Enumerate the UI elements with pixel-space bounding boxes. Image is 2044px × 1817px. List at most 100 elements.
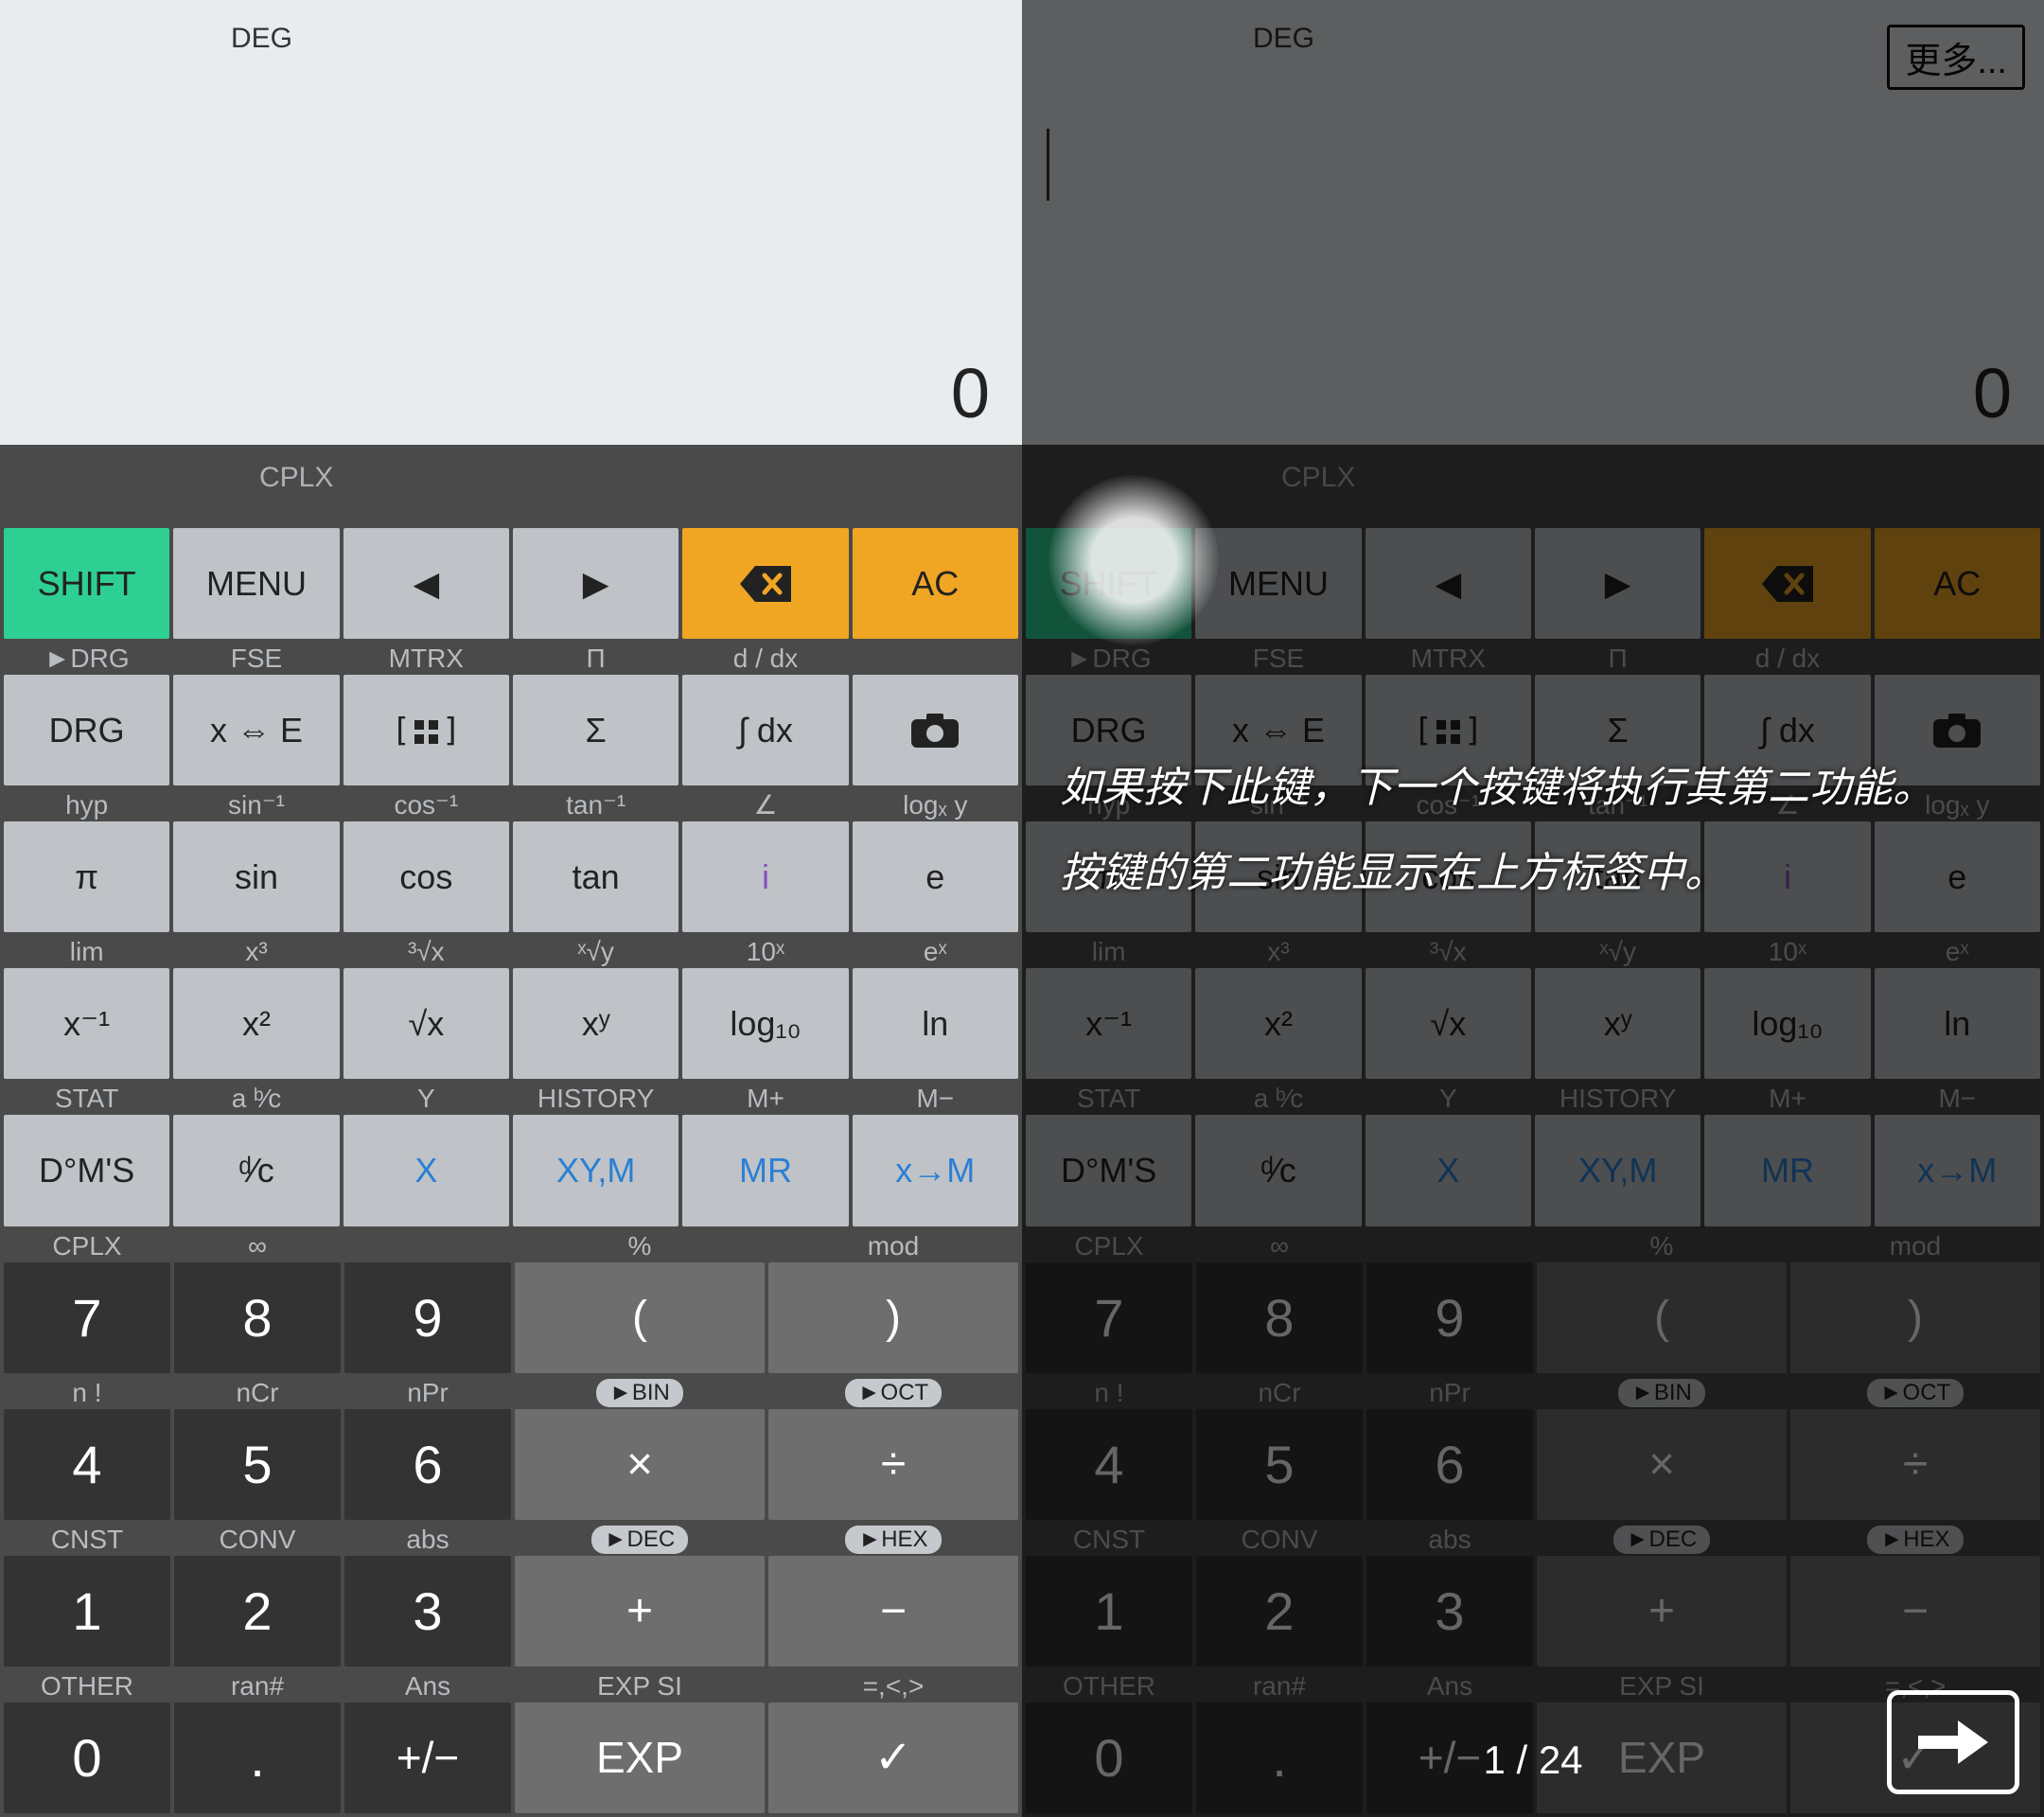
backspace-button[interactable] [682, 528, 848, 639]
xy-button[interactable]: xʸ [513, 968, 678, 1079]
xy-button-alt: ˣ√y [513, 936, 678, 968]
digit-6[interactable]: 6 [1366, 1409, 1533, 1520]
menu-button[interactable]: MENU [1195, 528, 1361, 639]
digit-5[interactable]: 5 [1196, 1409, 1363, 1520]
digit-9[interactable]: 9 [344, 1262, 511, 1373]
xe-button[interactable]: x ⇔ E [173, 675, 339, 785]
digit-3-alt: abs [1366, 1524, 1533, 1556]
sqrt-button[interactable]: √x [1366, 968, 1531, 1079]
xym-button[interactable]: XY,M [1535, 1115, 1700, 1226]
multiply-button-alt: ►BIN [515, 1377, 765, 1409]
digit-7[interactable]: 7 [1026, 1262, 1192, 1373]
next-button[interactable] [1887, 1690, 2019, 1794]
lparen-button[interactable]: ( [1537, 1262, 1787, 1373]
integral-button[interactable]: ∫ dx [682, 675, 848, 785]
digit-2[interactable]: 2 [1196, 1556, 1363, 1667]
mr-button[interactable]: MR [1704, 1115, 1870, 1226]
x2-button[interactable]: x² [1195, 968, 1361, 1079]
x-button[interactable]: X [344, 1115, 509, 1226]
camera-button[interactable] [853, 675, 1018, 785]
x2-button-alt: x³ [1195, 936, 1361, 968]
xinv-button[interactable]: x⁻¹ [1026, 968, 1191, 1079]
ln-button[interactable]: ln [1875, 968, 2040, 1079]
tan-button[interactable]: tan [513, 821, 678, 932]
left-button[interactable]: ◀ [1366, 528, 1531, 639]
e-button[interactable]: e [853, 821, 1018, 932]
rparen-button[interactable]: ) [768, 1262, 1018, 1373]
sin-button[interactable]: sin [173, 821, 339, 932]
multiply-button[interactable]: × [1537, 1409, 1787, 1520]
right-button[interactable]: ▶ [1535, 528, 1700, 639]
digit-3[interactable]: 3 [344, 1556, 511, 1667]
shift-button[interactable]: SHIFT [4, 528, 169, 639]
digit-3[interactable]: 3 [1366, 1556, 1533, 1667]
frac-button[interactable]: ᵈ⁄c [173, 1115, 339, 1226]
multiply-button[interactable]: × [515, 1409, 765, 1520]
pm-button-alt: Ans [344, 1670, 511, 1702]
xe-button-alt: FSE [1195, 643, 1361, 675]
drg-button[interactable]: DRG [4, 675, 169, 785]
pi-button[interactable]: π [4, 821, 169, 932]
digit-4[interactable]: 4 [4, 1409, 170, 1520]
log-button[interactable]: log₁₀ [1704, 968, 1870, 1079]
plus-button[interactable]: + [515, 1556, 765, 1667]
minus-button[interactable]: − [1790, 1556, 2040, 1667]
digit-6[interactable]: 6 [344, 1409, 511, 1520]
minus-button-alt: ►HEX [768, 1524, 1018, 1556]
pm-button[interactable]: +/− [344, 1702, 511, 1813]
dms-button[interactable]: D°M'S [1026, 1115, 1191, 1226]
clear-button[interactable]: AC [853, 528, 1018, 639]
digit-4[interactable]: 4 [1026, 1409, 1192, 1520]
right-button[interactable]: ▶ [513, 528, 678, 639]
tan-button-alt: tan⁻¹ [513, 789, 678, 821]
xtom-button[interactable]: x→M [853, 1115, 1018, 1226]
dot-button[interactable]: . [174, 1702, 341, 1813]
x-button-alt: Y [344, 1083, 509, 1115]
digit-7-alt: CPLX [4, 1230, 170, 1262]
sqrt-button[interactable]: √x [344, 968, 509, 1079]
cplx-label: CPLX [259, 462, 333, 494]
digit-1[interactable]: 1 [4, 1556, 170, 1667]
xinv-button[interactable]: x⁻¹ [4, 968, 169, 1079]
x-button[interactable]: X [1366, 1115, 1531, 1226]
divide-button[interactable]: ÷ [768, 1409, 1018, 1520]
lparen-button[interactable]: ( [515, 1262, 765, 1373]
divide-button[interactable]: ÷ [1790, 1409, 2040, 1520]
ln-button[interactable]: ln [853, 968, 1018, 1079]
rparen-button[interactable]: ) [1790, 1262, 2040, 1373]
frac-button[interactable]: ᵈ⁄c [1195, 1115, 1361, 1226]
xy-button[interactable]: xʸ [1535, 968, 1700, 1079]
log-button[interactable]: log₁₀ [682, 968, 848, 1079]
xe-button-alt: FSE [173, 643, 339, 675]
clear-button-alt [853, 496, 1018, 528]
x2-button[interactable]: x² [173, 968, 339, 1079]
digit-1[interactable]: 1 [1026, 1556, 1192, 1667]
cos-button[interactable]: cos [344, 821, 509, 932]
keypad: SHIFTMENU◀▶AC►DRGDRGFSEx ⇔ EMTRX[]ΠΣd / … [0, 445, 1022, 1817]
dms-button[interactable]: D°M'S [4, 1115, 169, 1226]
backspace-button[interactable] [1704, 528, 1870, 639]
xtom-button[interactable]: x→M [1875, 1115, 2040, 1226]
plus-button[interactable]: + [1537, 1556, 1787, 1667]
more-button[interactable]: 更多... [1887, 25, 2025, 90]
digit-2[interactable]: 2 [174, 1556, 341, 1667]
digit-9[interactable]: 9 [1366, 1262, 1533, 1373]
mr-button[interactable]: MR [682, 1115, 848, 1226]
matrix-button[interactable]: [] [344, 675, 509, 785]
left-button[interactable]: ◀ [344, 528, 509, 639]
backspace-button-alt [1704, 496, 1870, 528]
xym-button[interactable]: XY,M [513, 1115, 678, 1226]
sigma-button[interactable]: Σ [513, 675, 678, 785]
digit-8[interactable]: 8 [1196, 1262, 1363, 1373]
equals-button[interactable]: ✓ [768, 1702, 1018, 1813]
menu-button[interactable]: MENU [173, 528, 339, 639]
frac-button-alt: a ᵇ⁄c [1195, 1083, 1361, 1115]
exp-button[interactable]: EXP [515, 1702, 765, 1813]
digit-8[interactable]: 8 [174, 1262, 341, 1373]
clear-button[interactable]: AC [1875, 528, 2040, 639]
i-button[interactable]: i [682, 821, 848, 932]
minus-button[interactable]: − [768, 1556, 1018, 1667]
digit-7[interactable]: 7 [4, 1262, 170, 1373]
digit-5[interactable]: 5 [174, 1409, 341, 1520]
digit-0[interactable]: 0 [4, 1702, 170, 1813]
